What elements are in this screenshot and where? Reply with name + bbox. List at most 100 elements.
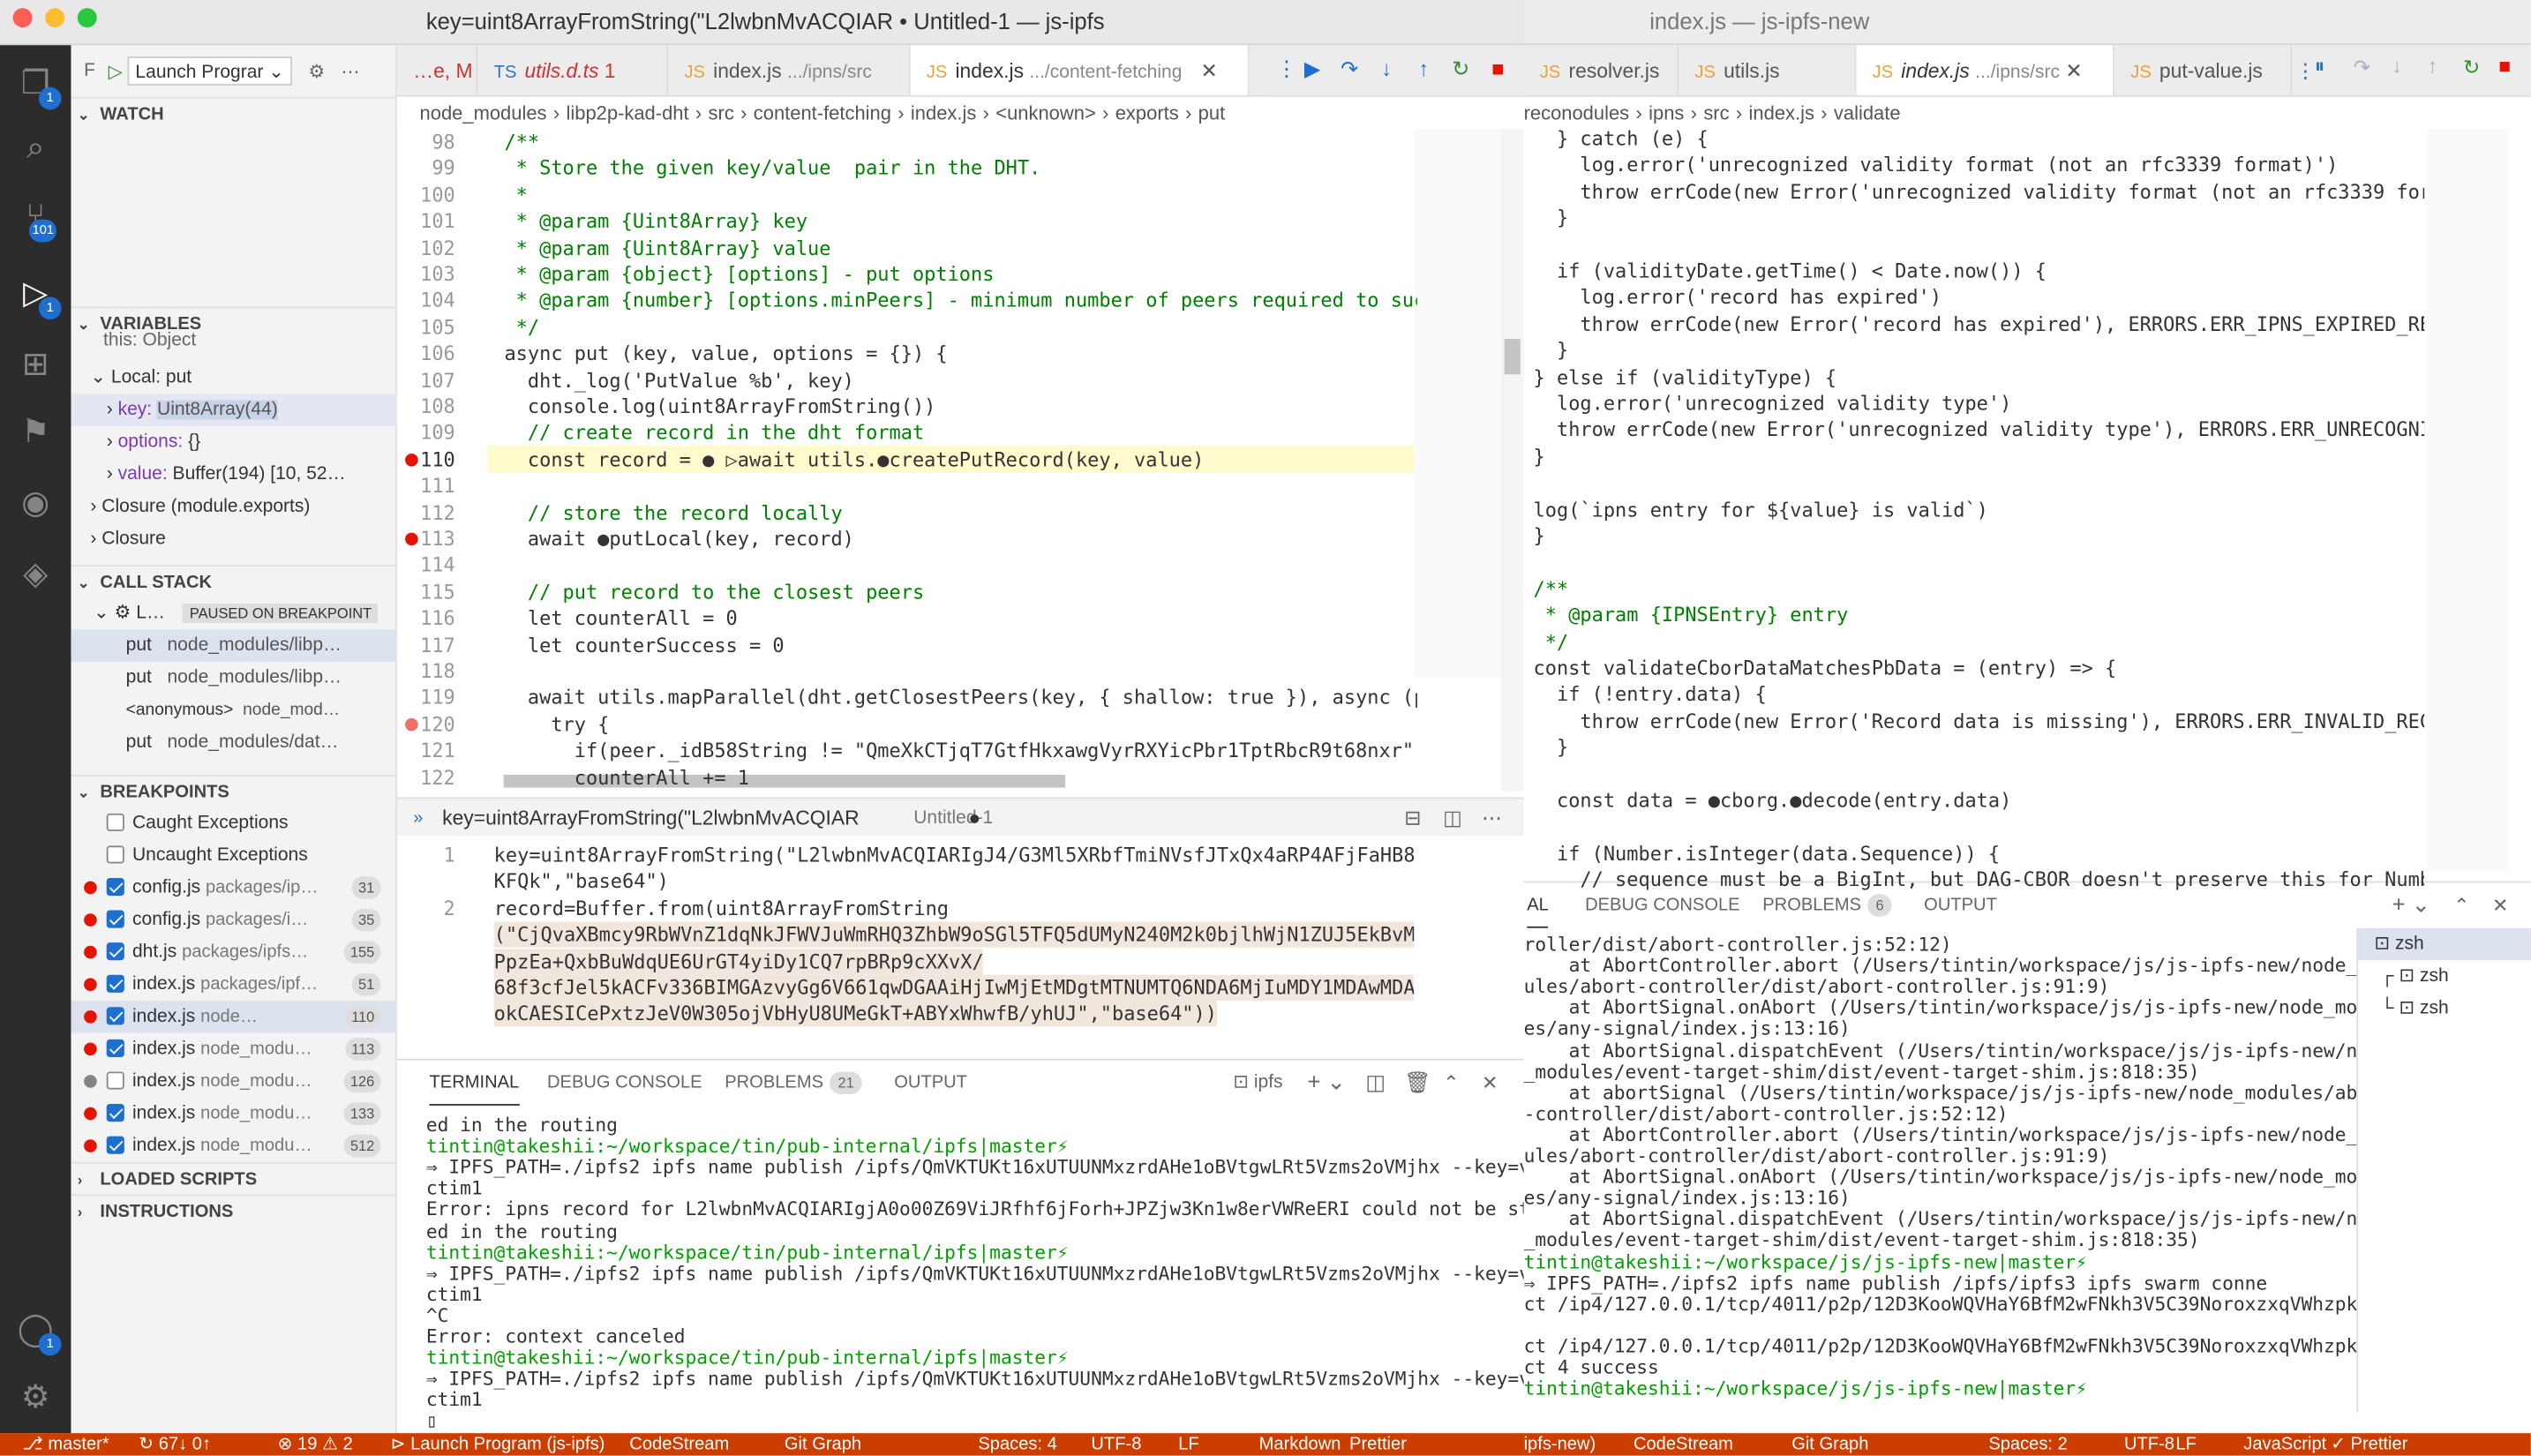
variable-value[interactable]: › value: Buffer(194) [10, 52… [71, 458, 396, 491]
breadcrumb-item[interactable]: reconodules [1524, 101, 1630, 124]
bookmark-icon[interactable]: ⚑ [16, 413, 55, 452]
breakpoint-checkbox[interactable] [106, 1008, 124, 1026]
breadcrumb-item[interactable]: ipns [1649, 101, 1684, 124]
local-scope[interactable]: ⌄ Local: put [71, 362, 396, 394]
terminal-line[interactable]: ct /ip4/127.0.0.1/tcp/4011/p2p/12D3KooWQ… [1524, 1336, 2357, 1357]
status-item[interactable]: ✓ Prettier [2331, 1433, 2407, 1456]
uncaught-exceptions-toggle[interactable]: Uncaught Exceptions [71, 839, 396, 872]
breadcrumb-item[interactable]: node_modules [420, 101, 547, 124]
status-item[interactable]: UTF-8 [1091, 1433, 1141, 1456]
status-item[interactable]: UTF-8 [2124, 1433, 2174, 1456]
code-line[interactable]: throw errCode(new Error('unrecognized va… [1534, 417, 2424, 443]
code-line[interactable]: */ [481, 314, 1417, 340]
code-line[interactable]: await ●putLocal(key, record) [481, 526, 1417, 552]
untitled-editor-tab[interactable]: » key=uint8ArrayFromString("L2lwbnMvACQI… [396, 797, 1524, 837]
code-line[interactable]: // create record in the dht format [481, 420, 1417, 446]
breakpoint-dot-icon[interactable] [405, 532, 418, 546]
code-line[interactable]: dht._log('PutValue %b', key) [481, 367, 1417, 393]
terminal-shell-select[interactable]: ⊡ ipfs [1233, 1061, 1282, 1106]
minimize-window-button[interactable] [45, 8, 65, 28]
run-debug-icon[interactable]: ▷ 1 [16, 274, 62, 320]
terminal-line[interactable]: tintin@takeshii:~/workspace/tin/pub-inte… [426, 1242, 1069, 1264]
breakpoint-item[interactable]: config.js packages/ip… 31 [71, 872, 396, 904]
maximize-panel-icon[interactable]: ⌃ [2453, 882, 2469, 927]
terminal-line[interactable]: ⇒ IPFS_PATH=./ipfs2 ipfs name publish /i… [426, 1157, 1542, 1179]
terminal-line[interactable]: Error: context canceled [426, 1326, 686, 1347]
pause-icon[interactable]: ⏸ [2315, 55, 2324, 79]
settings-gear-icon[interactable]: ⚙ [16, 1378, 55, 1417]
gitlens-icon[interactable]: ◉ [16, 484, 55, 523]
tab-index-ipns[interactable]: JS index.js .../ipns/src [668, 45, 911, 95]
code-line[interactable] [1534, 470, 2425, 496]
status-item[interactable]: Prettier [1349, 1433, 1407, 1456]
code-line[interactable]: /** [1534, 576, 2425, 602]
right-minimap[interactable] [2427, 129, 2509, 872]
code-line[interactable]: } [1534, 444, 2425, 469]
extensions-icon[interactable]: ⊞ [16, 345, 55, 384]
terminal-line[interactable]: ct 4 success [1524, 1357, 1659, 1378]
code-line[interactable]: } [1534, 735, 2425, 761]
terminal-line[interactable]: ules/abort-controller/dist/abort-control… [1524, 1146, 2110, 1167]
kill-terminal-icon[interactable]: 🗑 [1404, 1061, 1431, 1106]
tab-put-value[interactable]: JS put-value.js [2114, 45, 2293, 95]
breakpoint-dot-icon[interactable] [405, 453, 418, 467]
step-over-icon[interactable]: ↷ [1335, 55, 1364, 84]
close-panel-icon[interactable]: ✕ [2492, 882, 2508, 927]
code-line[interactable]: // sequence must be a BigInt, but DAG-CB… [1534, 867, 2424, 893]
breadcrumb-item[interactable]: index.js [1749, 101, 1814, 124]
status-item[interactable]: ⎇ master* [23, 1433, 109, 1456]
thread-row[interactable]: ⌄ ⚙ L… PAUSED ON BREAKPOINT [71, 597, 396, 630]
terminal-line[interactable]: ⇒ IPFS_PATH=./ipfs2 ipfs name publish /i… [426, 1368, 1542, 1390]
tab-utils[interactable]: JS utils.js [1679, 45, 1857, 95]
code-line[interactable]: log.error('record has expired') [1534, 285, 2425, 311]
code-line[interactable] [481, 473, 1417, 499]
close-window-button[interactable] [12, 8, 33, 28]
code-line[interactable]: 68f3cfJel5kACFv336BIMGAzvyGg6V661qwDGAAi… [493, 974, 1415, 1001]
status-item[interactable]: ↻ 67↓ 0↑ [139, 1433, 211, 1456]
breakpoint-item[interactable]: index.js node_modu… 113 [71, 1033, 396, 1066]
code-line[interactable]: KFQk","base64") [494, 869, 669, 895]
code-line[interactable]: console.log(uint8ArrayFromString()) [481, 394, 1417, 419]
new-terminal-icon[interactable]: + ⌄ [1307, 1059, 1346, 1104]
breakpoint-checkbox[interactable] [106, 1104, 124, 1123]
stack-frame[interactable]: put node_modules/libp… [71, 629, 397, 662]
terminal-line[interactable]: ed in the routing [426, 1220, 618, 1242]
code-line[interactable] [1534, 762, 2425, 787]
terminal-line[interactable]: _modules/event-target-shim/dist/event-ta… [1524, 1230, 2200, 1251]
status-item[interactable]: ⊳ Launch Program (js-ipfs) [391, 1433, 605, 1456]
code-line[interactable]: * @param {Uint8Array} key [481, 208, 1417, 234]
tab-terminal[interactable]: TERMINAL [429, 1061, 520, 1106]
breakpoint-item[interactable]: index.js node_modu… 512 [71, 1130, 396, 1162]
status-item[interactable]: JavaScript [2243, 1433, 2326, 1456]
code-line[interactable] [481, 658, 1417, 684]
drag-handle-icon[interactable]: ⋮ [2295, 58, 2316, 83]
closure-scope-2[interactable]: › Closure [71, 523, 396, 556]
step-into-icon[interactable]: ↓ [2392, 55, 2402, 78]
terminal-line[interactable]: ⇒ IPFS_PATH=./ipfs2 ipfs name publish /i… [426, 1263, 1542, 1285]
breakpoint-checkbox[interactable] [106, 975, 124, 994]
code-line[interactable] [481, 552, 1417, 578]
loaded-scripts-header[interactable]: › LOADED SCRIPTS [71, 1161, 397, 1195]
more-actions-icon[interactable]: ⋯ [342, 60, 360, 82]
split-editor-icon[interactable]: ◫ [1443, 799, 1462, 837]
terminal-line[interactable]: at AbortSignal.onAbort (/Users/tintin/wo… [1524, 998, 2357, 1019]
variable-key[interactable]: › key: Uint8Array(44) [71, 394, 397, 426]
terminal-line[interactable]: roller/dist/abort-controller.js:52:12) [1524, 934, 1952, 956]
code-line[interactable]: await utils.mapParallel(dht.getClosestPe… [481, 685, 1417, 710]
code-line[interactable]: * @param {Uint8Array} value [481, 235, 1417, 260]
code-line[interactable]: if (!entry.data) { [1534, 682, 2425, 708]
code-line[interactable]: } [1534, 206, 2425, 231]
stack-frame[interactable]: <anonymous> node_mod… [71, 694, 396, 726]
maximize-panel-icon[interactable]: ⌃ [1443, 1061, 1459, 1106]
breadcrumb-item[interactable]: exports [1115, 101, 1179, 124]
status-item[interactable]: Git Graph [785, 1433, 861, 1456]
instructions-header[interactable]: › INSTRUCTIONS [71, 1194, 397, 1227]
breadcrumb-item[interactable]: src [1703, 101, 1729, 124]
code-line[interactable]: okCAESICePxtzJeV0W305ojVbHyU8UMeGkT+ABYx… [493, 1001, 1217, 1027]
code-line[interactable]: log.error('unrecognized validity type') [1534, 391, 2425, 417]
code-line[interactable]: key=uint8ArrayFromString("L2lwbnMvACQIAR… [494, 843, 1415, 868]
step-out-icon[interactable]: ↑ [1409, 55, 1438, 84]
step-out-icon[interactable]: ↑ [2428, 55, 2437, 78]
terminal-line[interactable]: tintin@takeshii:~/workspace/js/js-ipfs-n… [1524, 1378, 2087, 1400]
status-item[interactable]: LF [2175, 1433, 2196, 1456]
